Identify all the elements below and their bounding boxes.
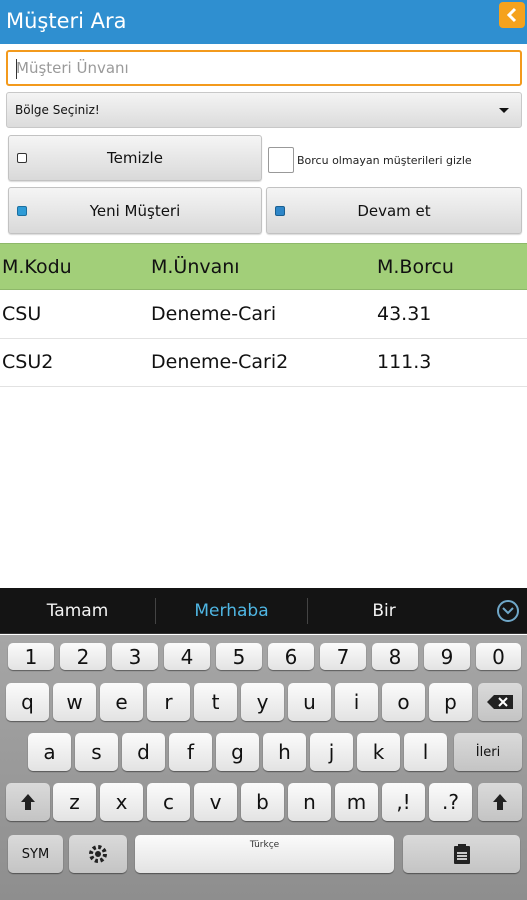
key-5[interactable]: 5 <box>216 643 262 670</box>
backspace-icon <box>487 695 513 709</box>
key-g[interactable]: g <box>216 733 259 771</box>
clear-button-label: Temizle <box>107 149 163 167</box>
shift-arrow-icon <box>21 794 35 810</box>
text-cursor <box>16 59 17 79</box>
key-3[interactable]: 3 <box>112 643 158 670</box>
symbols-key[interactable]: SYM <box>8 835 63 873</box>
key-p[interactable]: p <box>429 683 472 721</box>
key-a[interactable]: a <box>28 733 71 771</box>
key-i[interactable]: i <box>335 683 378 721</box>
key-comma-exclaim[interactable]: ,! <box>382 783 425 821</box>
app-screen: Müşteri Ara Bölge Seçiniz! Temizle Borcu… <box>0 0 527 900</box>
suggestion-item-highlighted[interactable]: Merhaba <box>156 588 307 634</box>
key-0[interactable]: 0 <box>476 643 521 670</box>
shift-arrow-icon <box>493 794 507 810</box>
key-8[interactable]: 8 <box>372 643 418 670</box>
customer-search-input[interactable] <box>8 52 520 84</box>
customer-title: Deneme-Cari <box>151 303 277 325</box>
customer-debt: 111.3 <box>377 351 432 373</box>
chevron-down-icon <box>502 607 514 615</box>
key-v[interactable]: v <box>194 783 237 821</box>
on-screen-keyboard: 1 2 3 4 5 6 7 8 9 0 q w e r t y u i o p … <box>0 635 527 900</box>
region-select[interactable]: Bölge Seçiniz! <box>6 92 522 128</box>
hide-no-debt-label: Borcu olmayan müşterileri gizle <box>297 154 472 167</box>
column-header-title: M.Ünvanı <box>151 256 240 278</box>
key-f[interactable]: f <box>169 733 212 771</box>
customer-debt: 43.31 <box>377 303 432 325</box>
gear-icon <box>89 845 107 863</box>
suggestion-item[interactable]: Bir <box>308 588 460 634</box>
key-k[interactable]: k <box>357 733 400 771</box>
key-u[interactable]: u <box>288 683 331 721</box>
key-s[interactable]: s <box>75 733 118 771</box>
key-w[interactable]: w <box>53 683 96 721</box>
key-7[interactable]: 7 <box>320 643 366 670</box>
key-d[interactable]: d <box>122 733 165 771</box>
keyboard-suggestion-bar: Tamam Merhaba Bir <box>0 588 527 634</box>
key-h[interactable]: h <box>263 733 306 771</box>
key-1[interactable]: 1 <box>8 643 54 670</box>
key-z[interactable]: z <box>53 783 96 821</box>
suggestion-item[interactable]: Tamam <box>0 588 155 634</box>
region-select-value: Bölge Seçiniz! <box>15 103 100 117</box>
key-2[interactable]: 2 <box>60 643 106 670</box>
table-row[interactable]: CSU2 Deneme-Cari2 111.3 <box>0 339 527 387</box>
key-c[interactable]: c <box>147 783 190 821</box>
enter-key[interactable]: İleri <box>454 733 522 771</box>
customer-title: Deneme-Cari2 <box>151 351 289 373</box>
key-r[interactable]: r <box>147 683 190 721</box>
key-9[interactable]: 9 <box>424 643 470 670</box>
key-period-question[interactable]: .? <box>429 783 472 821</box>
key-b[interactable]: b <box>241 783 284 821</box>
page-title: Müşteri Ara <box>6 9 127 33</box>
key-o[interactable]: o <box>382 683 425 721</box>
new-customer-button-label: Yeni Müşteri <box>89 201 181 220</box>
shift-key[interactable] <box>6 783 50 821</box>
chevron-left-icon <box>506 7 517 23</box>
customer-code: CSU <box>2 303 42 325</box>
customer-code: CSU2 <box>2 351 54 373</box>
new-customer-button[interactable]: Yeni Müşteri <box>8 187 262 234</box>
column-header-debt: M.Borcu <box>377 256 454 278</box>
continue-button[interactable]: Devam et <box>266 187 522 234</box>
key-n[interactable]: n <box>288 783 331 821</box>
app-header: Müşteri Ara <box>0 0 527 44</box>
clipboard-key[interactable] <box>403 835 520 873</box>
key-e[interactable]: e <box>100 683 143 721</box>
column-header-code: M.Kodu <box>2 256 72 278</box>
hide-no-debt-checkbox[interactable] <box>268 147 294 173</box>
continue-button-label: Devam et <box>357 201 431 220</box>
customer-search-field[interactable] <box>6 50 522 86</box>
customer-table-header: M.Kodu M.Ünvanı M.Borcu <box>0 243 527 290</box>
key-j[interactable]: j <box>310 733 353 771</box>
expand-suggestions-button[interactable] <box>497 600 519 622</box>
table-row[interactable]: CSU Deneme-Cari 43.31 <box>0 291 527 339</box>
key-x[interactable]: x <box>100 783 143 821</box>
key-t[interactable]: t <box>194 683 237 721</box>
shift-key-right[interactable] <box>478 783 522 821</box>
clipboard-icon <box>453 844 470 864</box>
key-6[interactable]: 6 <box>268 643 314 670</box>
clear-button[interactable]: Temizle <box>8 135 262 181</box>
key-m[interactable]: m <box>335 783 378 821</box>
key-l[interactable]: l <box>404 733 447 771</box>
keyboard-language-label: Türkçe <box>249 840 280 850</box>
key-y[interactable]: y <box>241 683 284 721</box>
key-4[interactable]: 4 <box>164 643 210 670</box>
hide-no-debt-filter[interactable]: Borcu olmayan müşterileri gizle <box>268 147 522 175</box>
backspace-key[interactable] <box>478 683 522 721</box>
back-button[interactable] <box>499 2 525 28</box>
key-q[interactable]: q <box>6 683 49 721</box>
dropdown-arrow-icon <box>499 108 509 113</box>
settings-key[interactable] <box>69 835 127 873</box>
space-key[interactable]: Türkçe <box>135 835 394 873</box>
